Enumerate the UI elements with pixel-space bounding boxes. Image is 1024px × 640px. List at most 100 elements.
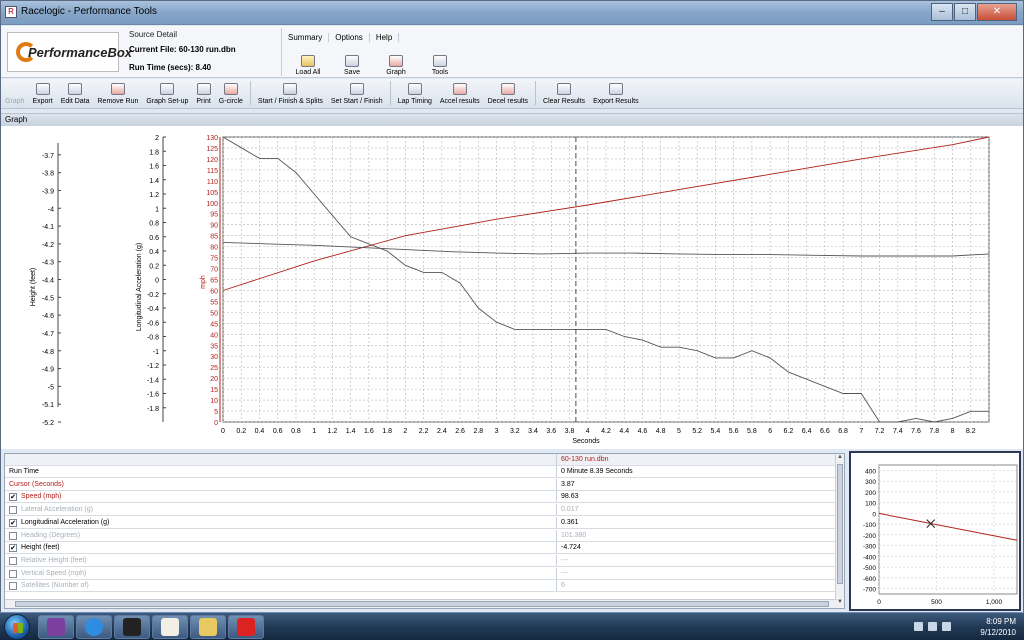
lap-timing-label: Lap Timing xyxy=(397,98,432,105)
row-checkbox[interactable]: ✔ xyxy=(9,544,17,553)
x-tick-label: 1 xyxy=(312,428,316,435)
start-button[interactable] xyxy=(4,614,30,640)
clear-results-icon xyxy=(557,83,572,95)
start-finish-splits-button[interactable]: Start / Finish & Splits xyxy=(254,83,327,105)
table-row[interactable]: Vertical Speed (mph) --- xyxy=(5,567,837,580)
horizontal-scrollbar[interactable] xyxy=(5,599,837,608)
menu-options[interactable]: Options xyxy=(329,32,370,42)
app-icon[interactable]: R xyxy=(5,6,17,18)
edit-data-button[interactable]: Edit Data xyxy=(57,83,94,105)
row-checkbox[interactable] xyxy=(9,556,17,565)
export-button[interactable]: Export xyxy=(28,83,56,105)
row-checkbox[interactable] xyxy=(9,531,17,540)
toolbar-divider xyxy=(389,81,391,105)
row-checkbox[interactable]: ✔ xyxy=(9,518,17,527)
table-row[interactable]: Run Time 0 Minute 8.39 Seconds xyxy=(5,466,837,478)
table-row[interactable]: ✔ Speed (mph) 98.63 xyxy=(5,491,837,504)
title-bar[interactable]: R Racelogic - Performance Tools – □ ✕ xyxy=(1,1,1023,25)
row-checkbox[interactable]: ✔ xyxy=(9,493,17,502)
table-row[interactable]: Heading (Degrees) 101.380 xyxy=(5,529,837,542)
set-flag-icon xyxy=(349,83,364,95)
row-checkbox[interactable] xyxy=(9,506,17,515)
speed-tick-label: 110 xyxy=(207,179,218,186)
row-label-text: Speed (mph) xyxy=(21,493,62,501)
flag-tray-icon[interactable] xyxy=(914,622,923,631)
graph-button[interactable]: Graph xyxy=(374,46,418,76)
accel-results-button[interactable]: Accel results xyxy=(436,83,484,105)
export-results-button[interactable]: Export Results xyxy=(589,83,643,105)
printer-icon xyxy=(196,83,211,95)
speed-tick-label: 80 xyxy=(210,245,218,252)
export-results-icon xyxy=(608,83,623,95)
table-row[interactable]: Satellites (Number of) 6 xyxy=(5,580,837,593)
minimize-button[interactable]: – xyxy=(931,3,953,21)
print-button[interactable]: Print xyxy=(192,83,214,105)
lap-timing-button[interactable]: Lap Timing xyxy=(394,83,436,105)
accel-tick-label: 0.6 xyxy=(149,235,159,242)
speed-tick-label: 25 xyxy=(210,365,218,372)
table-row[interactable]: Relative Height (feet) --- xyxy=(5,554,837,567)
speed-tick-label: 75 xyxy=(210,256,218,263)
hscroll-thumb[interactable] xyxy=(15,601,829,607)
x-tick-label: 5.8 xyxy=(747,428,757,435)
row-label-text: Relative Height (feet) xyxy=(21,556,87,564)
close-button[interactable]: ✕ xyxy=(977,3,1017,21)
export-label: Export xyxy=(32,98,53,105)
taskbar-z[interactable] xyxy=(114,615,150,639)
load-all-button[interactable]: Load All xyxy=(286,46,330,76)
height-tick-label: -4.2 xyxy=(42,242,54,249)
mini-graph[interactable]: 400 300 200 100 0 -100 -200 -300 -400 -500 -600 -70… xyxy=(851,453,1019,609)
row-checkbox[interactable] xyxy=(9,582,17,591)
maximize-button[interactable]: □ xyxy=(954,3,976,21)
mini-x-tick-label: 1,000 xyxy=(986,599,1003,606)
row-checkbox[interactable] xyxy=(9,569,17,578)
taskbar-performancebox[interactable] xyxy=(152,615,188,639)
stopwatch-icon xyxy=(407,83,422,95)
table-row[interactable]: Lateral Acceleration (g) 0.017 xyxy=(5,504,837,517)
table-row-value: 0.361 xyxy=(561,518,579,526)
taskbar-ie[interactable] xyxy=(76,615,112,639)
x-tick-label: 6.6 xyxy=(820,428,830,435)
mini-y-tick-label: -600 xyxy=(863,576,876,583)
table-row-label: Vertical Speed (mph) xyxy=(5,567,557,579)
save-button[interactable]: Save xyxy=(330,46,374,76)
x-tick-label: 1.4 xyxy=(346,428,356,435)
quicken-icon xyxy=(237,618,255,636)
graph-setup-button[interactable]: Graph Set-up xyxy=(142,83,192,105)
set-start-finish-button[interactable]: Set Start / Finish xyxy=(327,83,387,105)
accel-tick-label: -0.4 xyxy=(147,306,159,313)
remove-run-button[interactable]: Remove Run xyxy=(94,83,143,105)
clock[interactable]: 8:09 PM 9/12/2010 xyxy=(980,616,1016,638)
table-row[interactable]: ✔ Longitudinal Acceleration (g) 0.361 xyxy=(5,516,837,529)
volume-tray-icon[interactable] xyxy=(942,622,951,631)
clear-results-button[interactable]: Clear Results xyxy=(539,83,589,105)
table-row[interactable]: Cursor (Seconds) 3.87 xyxy=(5,478,837,491)
tools-button[interactable]: Tools xyxy=(418,46,462,76)
taskbar-quicken[interactable] xyxy=(228,615,264,639)
table-row[interactable]: ✔ Height (feet) -4.724 xyxy=(5,542,837,555)
accel-tick-label: 0.4 xyxy=(149,249,159,256)
table-row-label: Satellites (Number of) xyxy=(5,580,557,592)
taskbar-mail[interactable] xyxy=(190,615,226,639)
main-graph[interactable]: 0 0.2 0.4 0.6 0.8 1 1.2 1.4 1.6 1.8 2 2.2 2.4 2.6 2.8 3… xyxy=(1,127,1023,449)
network-tray-icon[interactable] xyxy=(928,622,937,631)
clear-results-label: Clear Results xyxy=(543,98,586,105)
height-tick-label: -4.6 xyxy=(42,313,54,320)
scroll-up-icon[interactable]: ▲ xyxy=(836,454,844,463)
decel-results-button[interactable]: Decel results xyxy=(484,83,532,105)
toolbar-divider xyxy=(535,81,537,105)
taskbar-yahoo[interactable] xyxy=(38,615,74,639)
vertical-scrollbar[interactable]: ▲ ▼ xyxy=(835,454,844,608)
menu-summary[interactable]: Summary xyxy=(282,32,330,42)
table-header-row: 60-130 run.dbn xyxy=(5,454,837,466)
folder-icon xyxy=(301,55,315,67)
speed-tick-label: 85 xyxy=(210,234,218,241)
g-circle-button[interactable]: G-circle xyxy=(215,83,247,105)
x-tick-label: 1.8 xyxy=(382,428,392,435)
table-row-label: Run Time xyxy=(5,466,557,477)
x-tick-label: 5.4 xyxy=(711,428,721,435)
x-tick-label: 8 xyxy=(951,428,955,435)
scroll-down-icon[interactable]: ▼ xyxy=(836,599,844,608)
menu-help[interactable]: Help xyxy=(370,32,400,42)
scroll-thumb[interactable] xyxy=(837,464,843,584)
